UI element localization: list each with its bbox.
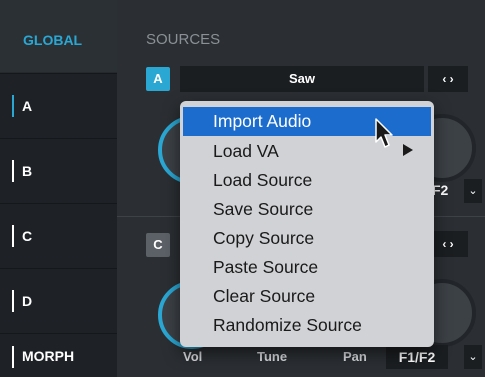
menu-item-load-va[interactable]: Load VA bbox=[180, 137, 434, 166]
menu-item-label: Clear Source bbox=[213, 286, 316, 306]
active-indicator bbox=[12, 95, 14, 117]
sidebar-item-b[interactable]: B bbox=[0, 138, 117, 203]
tune-label: Tune bbox=[257, 349, 288, 364]
indicator bbox=[12, 160, 14, 182]
menu-item-label: Copy Source bbox=[213, 228, 315, 248]
menu-item-label: Load VA bbox=[213, 141, 279, 161]
menu-item-label: Paste Source bbox=[213, 257, 319, 277]
source-a-button[interactable]: A bbox=[146, 67, 170, 91]
sidebar-item-label: C bbox=[22, 228, 33, 244]
sidebar-item-c[interactable]: C bbox=[0, 203, 117, 268]
tab-global[interactable]: GLOBAL bbox=[0, 0, 117, 72]
menu-item-label: Randomize Source bbox=[213, 315, 362, 335]
filter-dropdown[interactable]: ⌄ bbox=[464, 345, 482, 369]
sidebar-item-label: B bbox=[22, 163, 33, 179]
pan-label: Pan bbox=[343, 349, 367, 364]
section-title: SOURCES bbox=[146, 31, 221, 48]
indicator bbox=[12, 225, 14, 247]
filter-top-value[interactable]: F2 bbox=[432, 182, 448, 198]
sidebar-item-label: D bbox=[22, 293, 33, 309]
menu-item-save-source[interactable]: Save Source bbox=[180, 195, 434, 224]
filter-top-dropdown[interactable]: ⌄ bbox=[464, 179, 482, 203]
sidebar-item-label: MORPH bbox=[22, 348, 75, 364]
sidebar-item-morph[interactable]: MORPH bbox=[0, 333, 117, 377]
menu-item-paste-source[interactable]: Paste Source bbox=[180, 253, 434, 282]
sidebar-item-a[interactable]: A bbox=[0, 73, 117, 138]
indicator bbox=[12, 290, 14, 312]
indicator bbox=[12, 346, 14, 368]
sidebar-item-label: A bbox=[22, 98, 33, 114]
context-menu: Import Audio Load VA Load Source Save So… bbox=[180, 101, 434, 347]
menu-item-label: Load Source bbox=[213, 170, 313, 190]
source-nav-arrows[interactable]: ‹ › bbox=[428, 231, 468, 257]
source-c-button[interactable]: C bbox=[146, 233, 170, 257]
vol-label: Vol bbox=[183, 349, 203, 364]
arrow-pointer-icon bbox=[375, 118, 393, 148]
menu-item-clear-source[interactable]: Clear Source bbox=[180, 282, 434, 311]
menu-item-label: Save Source bbox=[213, 199, 314, 219]
triangle-right-icon bbox=[403, 144, 413, 156]
filter-select[interactable]: F1/F2 bbox=[386, 345, 448, 369]
source-name-field[interactable]: Saw bbox=[180, 66, 424, 92]
tab-global-label: GLOBAL bbox=[23, 32, 83, 48]
source-nav-arrows[interactable]: ‹ › bbox=[428, 66, 468, 92]
menu-item-load-source[interactable]: Load Source bbox=[180, 166, 434, 195]
menu-item-copy-source[interactable]: Copy Source bbox=[180, 224, 434, 253]
sidebar-item-d[interactable]: D bbox=[0, 268, 117, 333]
menu-item-randomize-source[interactable]: Randomize Source bbox=[180, 311, 434, 340]
menu-item-label: Import Audio bbox=[213, 111, 312, 131]
